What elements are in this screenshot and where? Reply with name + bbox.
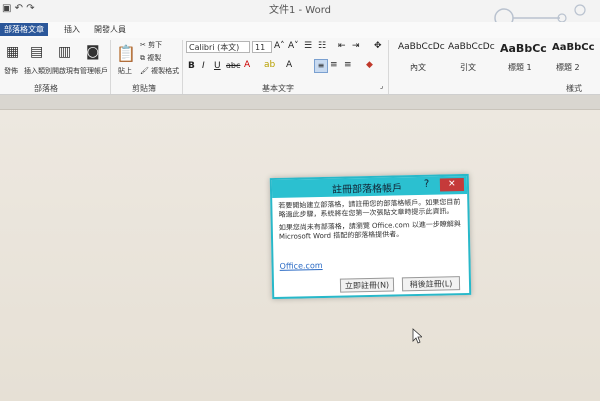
align-right-icon[interactable]: ≡ (344, 60, 352, 70)
copy-button[interactable]: ⧉ 複製 (140, 53, 161, 63)
format-painter-label: 複製格式 (151, 67, 180, 75)
register-now-button[interactable]: 立即註冊(N) (339, 277, 395, 293)
align-center-icon[interactable]: ≡ (330, 60, 338, 70)
scissors-icon: ✂ (140, 41, 146, 49)
clear-format-icon[interactable]: ✥ (374, 41, 382, 51)
group-separator (182, 40, 183, 94)
paste-icon: 📋 (116, 44, 136, 63)
bold-button[interactable]: B (188, 61, 195, 71)
dialog-message-1: 若要開始建立部落格，請註冊您的部落格帳戶。如果您目前略過此步驟，系統將在您第一次… (278, 198, 461, 219)
ribbon-tabs: 郵件 校閱 部落格文章 插入 開發人員 (0, 22, 600, 38)
group-separator (388, 40, 389, 94)
tab-blog-post[interactable]: 部落格文章 (0, 23, 48, 36)
style-preview-normal[interactable]: AaBbCcDc (398, 42, 445, 52)
dialog-title: 註冊部落格帳戶 (331, 183, 403, 196)
text-effects-icon[interactable]: A (286, 60, 292, 70)
decrease-indent-icon[interactable]: ⇤ (338, 41, 346, 51)
category-icon: ▤ (30, 44, 44, 60)
group-label-blog: 部落格 (34, 84, 58, 93)
font-size-select[interactable]: 11 (252, 41, 272, 53)
group-label-clipboard: 剪貼簿 (132, 84, 156, 93)
increase-indent-icon[interactable]: ⇥ (352, 41, 360, 51)
style-preview-quote[interactable]: AaBbCcDc (448, 42, 495, 52)
highlight-icon[interactable]: ab (264, 60, 275, 70)
strikethrough-button[interactable]: abc (226, 61, 240, 70)
grow-font-icon[interactable]: A˄ (274, 41, 285, 51)
copy-icon: ⧉ (140, 54, 145, 62)
style-name-heading2: 標題 2 (556, 63, 580, 72)
cut-button[interactable]: ✂ 剪下 (140, 40, 162, 50)
dialog-launcher-icon[interactable]: ⌟ (380, 82, 383, 90)
manage-accounts-button[interactable]: 管理帳戶 (80, 66, 108, 76)
group-separator (110, 40, 111, 94)
format-painter-button[interactable]: 🖌 複製格式 (140, 66, 179, 76)
shrink-font-icon[interactable]: A˅ (288, 41, 299, 51)
align-left-icon[interactable]: ≡ (314, 59, 328, 73)
font-name-select[interactable]: Calibri (本文) (186, 41, 250, 53)
font-color-icon[interactable]: A (244, 60, 250, 70)
cut-label: 剪下 (148, 41, 163, 49)
group-label-styles: 樣式 (566, 84, 582, 93)
office-link[interactable]: Office.com (280, 261, 323, 271)
style-name-heading1: 標題 1 (508, 63, 532, 72)
paste-button[interactable]: 貼上 (118, 66, 132, 76)
publish-icon: ▦ (6, 44, 20, 60)
close-icon[interactable]: ✕ (439, 178, 465, 192)
open-existing-button[interactable]: 開啟現有 (52, 66, 80, 76)
style-preview-heading1[interactable]: AaBbCc (500, 42, 547, 55)
tab-insert[interactable]: 插入 (60, 23, 84, 36)
mouse-cursor-icon (412, 328, 422, 344)
title-bar: ▣ ↶ ↷ 文件1 - Word (0, 0, 600, 28)
italic-button[interactable]: I (202, 61, 205, 71)
dialog-message-2: 如果您尚未有部落格，請瀏覽 Office.com 以進一步瞭解與 Microso… (278, 220, 461, 241)
insert-category-button[interactable]: 插入類別 (24, 66, 52, 76)
style-set-icon[interactable]: ◆ (366, 60, 373, 70)
ruler (0, 95, 600, 110)
dialog-title-bar: 註冊部落格帳戶 ? ✕ (271, 175, 468, 199)
help-icon[interactable]: ? (424, 179, 430, 190)
numbering-icon[interactable]: ☷ (318, 41, 326, 51)
brush-icon: 🖌 (140, 67, 149, 75)
register-later-button[interactable]: 稍後註冊(L) (401, 276, 461, 292)
ribbon: ▦ 發佈 ▤ 插入類別 ▥ 開啟現有 ◙ 管理帳戶 部落格 📋 貼上 ✂ 剪下 … (0, 38, 600, 95)
bullets-icon[interactable]: ☰ (304, 41, 312, 51)
style-preview-heading2[interactable]: AaBbCc (552, 42, 595, 53)
group-label-basic-text: 基本文字 (262, 84, 294, 93)
copy-label: 複製 (147, 54, 162, 62)
manage-accounts-icon: ◙ (86, 44, 100, 60)
style-name-normal: 內文 (410, 63, 426, 72)
register-blog-dialog: 註冊部落格帳戶 ? ✕ 若要開始建立部落格，請註冊您的部落格帳戶。如果您目前略過… (269, 173, 472, 300)
open-existing-icon: ▥ (58, 44, 72, 60)
underline-button[interactable]: U (214, 61, 221, 71)
dialog-body: 若要開始建立部落格，請註冊您的部落格帳戶。如果您目前略過此步驟，系統將在您第一次… (278, 198, 465, 246)
publish-button[interactable]: 發佈 (4, 66, 18, 76)
tab-developer[interactable]: 開發人員 (90, 23, 130, 36)
style-name-quote: 引文 (460, 63, 476, 72)
